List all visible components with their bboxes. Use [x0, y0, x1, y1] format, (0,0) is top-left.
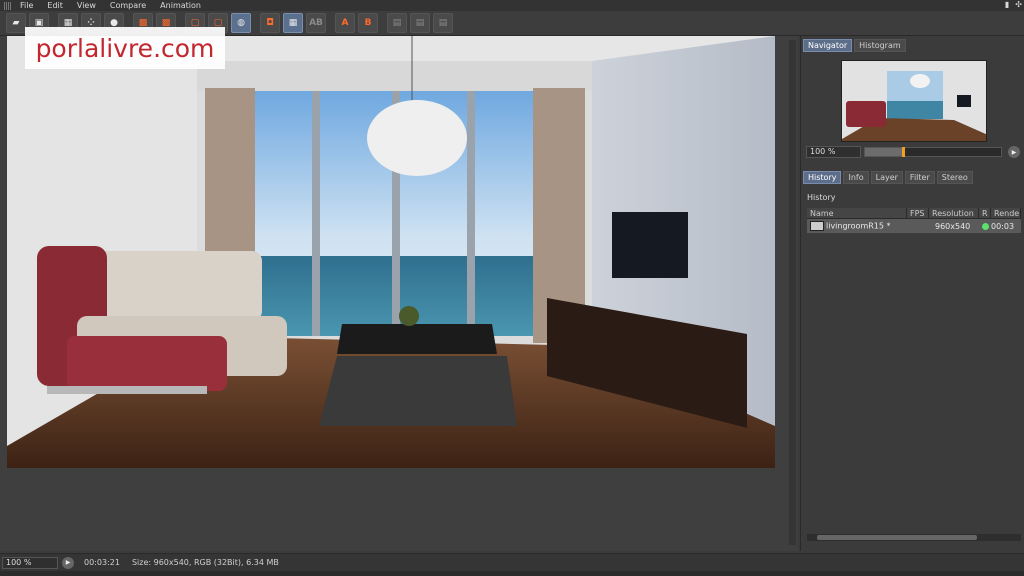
tab-histogram[interactable]: Histogram: [854, 39, 906, 52]
navigator-thumbnail[interactable]: [841, 60, 987, 142]
column-name[interactable]: Name: [807, 208, 907, 218]
tab-info[interactable]: Info: [843, 171, 869, 184]
ab-icon[interactable]: ◘: [260, 13, 280, 33]
grip-icon[interactable]: [4, 1, 12, 10]
column-fps[interactable]: FPS: [907, 208, 929, 218]
history-table: Name FPS Resolution R Rende livingroomR1…: [807, 208, 1021, 233]
panel-toggle-icon[interactable]: ▮: [1005, 0, 1009, 9]
side-panel: Navigator Histogram 100 % ▶ History Info…: [800, 36, 1024, 551]
compare-overlay-icon[interactable]: ◍: [231, 13, 251, 33]
history-tabs: History Info Layer Filter Stereo: [803, 171, 973, 184]
menu-compare[interactable]: Compare: [110, 1, 146, 10]
history-horizontal-scrollbar[interactable]: [807, 534, 1021, 541]
navigator-zoom-slider[interactable]: [864, 147, 1003, 157]
render-thumbnail-icon: [810, 221, 824, 231]
rendered-image[interactable]: [7, 36, 775, 468]
navigator-zoom-bar: 100 % ▶: [806, 146, 1020, 158]
navigator-play-icon[interactable]: ▶: [1008, 146, 1020, 158]
status-dot-icon: [982, 222, 989, 230]
navigator-preview: [842, 61, 986, 141]
menu-edit[interactable]: Edit: [47, 1, 63, 10]
history-row-name: livingroomR15 *: [807, 221, 907, 231]
picture-viewer-window: File Edit View Compare Animation ▮ ✣ ▰ ▣…: [0, 0, 1024, 576]
navigator-zoom-field[interactable]: 100 %: [806, 146, 862, 158]
status-bar: 100 % ▶ 00:03:21 Size: 960x540, RGB (32B…: [0, 553, 1024, 571]
ab-disabled-icon[interactable]: AB: [306, 13, 326, 33]
render-time: 00:03:21: [84, 558, 120, 567]
column-render-time[interactable]: Rende: [991, 208, 1021, 218]
channel-b-icon[interactable]: ▤: [433, 13, 453, 33]
open-icon[interactable]: ▰: [6, 13, 26, 33]
zoom-slider-thumb[interactable]: [902, 147, 906, 157]
channel-g-icon[interactable]: ▤: [410, 13, 430, 33]
history-table-header: Name FPS Resolution R Rende: [807, 208, 1021, 219]
set-b-icon[interactable]: B: [358, 13, 378, 33]
tab-history[interactable]: History: [803, 171, 842, 184]
channel-r-icon[interactable]: ▤: [387, 13, 407, 33]
window-controls: ▮ ✣: [1005, 0, 1022, 9]
living-room-render: [7, 36, 775, 468]
set-a-icon[interactable]: A: [335, 13, 355, 33]
watermark-logo: porlalivre.com: [25, 27, 225, 69]
menu-file[interactable]: File: [20, 1, 33, 10]
history-row-resolution: 960x540: [935, 221, 971, 231]
zoom-slider-fill: [865, 148, 903, 156]
move-icon[interactable]: ✣: [1015, 0, 1022, 9]
history-row-render: 00:03: [979, 222, 1021, 231]
tab-layer[interactable]: Layer: [870, 171, 903, 184]
menu-view[interactable]: View: [77, 1, 96, 10]
tab-stereo[interactable]: Stereo: [936, 171, 973, 184]
ab-toggle-icon[interactable]: ▦: [283, 13, 303, 33]
scrollbar-thumb[interactable]: [817, 535, 977, 540]
menu-animation[interactable]: Animation: [160, 1, 201, 10]
menu-bar: File Edit View Compare Animation ▮ ✣: [0, 0, 1024, 11]
viewport-vertical-scrollbar[interactable]: [789, 40, 796, 545]
navigator-tabs: Navigator Histogram: [803, 39, 906, 52]
tab-navigator[interactable]: Navigator: [803, 39, 853, 52]
tab-filter[interactable]: Filter: [904, 171, 935, 184]
status-zoom-field[interactable]: 100 %: [2, 556, 58, 569]
status-play-icon[interactable]: ▶: [62, 556, 74, 569]
column-resolution[interactable]: Resolution: [929, 208, 979, 218]
table-row[interactable]: livingroomR15 * 960x540 00:03: [807, 219, 1021, 233]
image-info: Size: 960x540, RGB (32Bit), 6.34 MB: [131, 558, 279, 567]
history-title: History: [807, 193, 836, 202]
bottom-edge: [0, 571, 1024, 576]
column-r[interactable]: R: [979, 208, 991, 218]
